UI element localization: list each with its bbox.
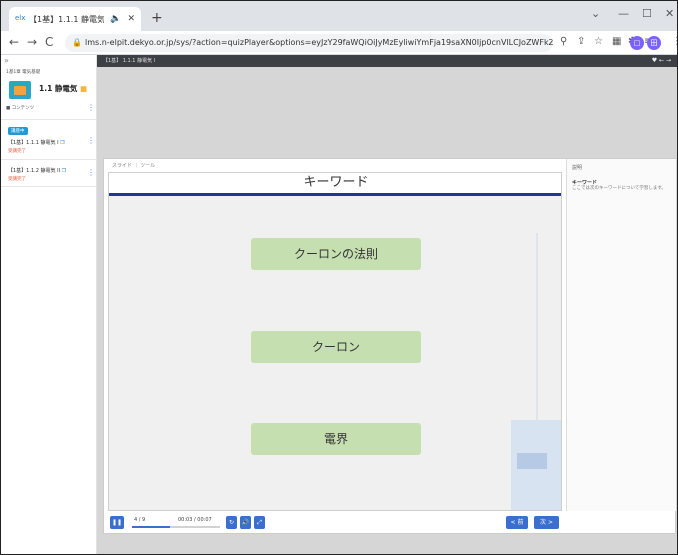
- pause-button[interactable]: ❚❚: [110, 516, 124, 529]
- prev-button[interactable]: < 前: [506, 516, 528, 529]
- close-window-icon[interactable]: ✕: [665, 7, 674, 20]
- copy-icon: ❐: [61, 168, 67, 174]
- unit-title-text: 1.1 静電気: [39, 84, 78, 93]
- mute-icon[interactable]: 🔈: [110, 14, 121, 24]
- progress-bar[interactable]: [132, 526, 220, 528]
- progress-fill: [132, 526, 170, 528]
- copy-icon: ❐: [60, 140, 65, 146]
- close-tab-icon[interactable]: ✕: [127, 14, 135, 24]
- tab-title: 【1基】1.1.1 静電気 I: [29, 14, 105, 24]
- browser-toolbar: ← → C 🔒 lms.n-elpit.dekyo.or.jp/sys/?act…: [1, 31, 677, 55]
- contents-label: ■ コンテンツ: [6, 106, 35, 111]
- player-header-title: 【1基】 1.1.1 静電気 I: [103, 58, 156, 64]
- divider: [1, 159, 97, 160]
- divider: [1, 186, 97, 187]
- collapse-icon[interactable]: »: [4, 56, 9, 65]
- lesson-menu-icon[interactable]: ⋮: [87, 168, 95, 177]
- keyword-box-electric-field: 電界: [251, 423, 421, 455]
- course-sidebar: » 1基1章 電気基礎 1.1 静電気 ■ ■ コンテンツ ⋮ 講座中 【1基】…: [1, 55, 97, 554]
- time-display: 00:03 / 00:07: [178, 517, 212, 523]
- lesson-menu-icon[interactable]: ⋮: [87, 136, 95, 145]
- share-icon[interactable]: ⇪: [577, 36, 585, 47]
- quiz-player: スライド ｜ ツール キーワード クーロンの法則 クーロン 電界 説明 キーワー…: [103, 158, 676, 534]
- player-controls: ❚❚ 4 / 9 00:03 / 00:07 ↻ 🔊 ⤢ < 前 次 >: [108, 515, 673, 531]
- keyword-box-coulomb-law: クーロンの法則: [251, 238, 421, 270]
- notes-keyword: キーワード: [572, 180, 598, 186]
- minimize-icon[interactable]: —: [618, 7, 629, 20]
- tab-strip: elx 【1基】1.1.1 静電気 I 🔈 ✕ + ⌄ — ☐ ✕: [1, 1, 677, 31]
- maximize-icon[interactable]: ☐: [642, 7, 652, 20]
- notes-panel: 説明 キーワード ここでは次のキーワードについて学習します。: [566, 159, 676, 511]
- slide-meta[interactable]: スライド ｜ ツール: [112, 162, 155, 169]
- course-name: 1基1章 電気基礎: [6, 70, 41, 75]
- browser-window: elx 【1基】1.1.1 静電気 I 🔈 ✕ + ⌄ — ☐ ✕ ← → C …: [0, 0, 678, 555]
- folder-small-icon: ■: [80, 84, 88, 93]
- reload-icon[interactable]: C: [45, 35, 53, 49]
- slide: キーワード クーロンの法則 クーロン 電界: [108, 172, 562, 511]
- folder-icon: [9, 81, 31, 99]
- fullscreen-button[interactable]: ⤢: [254, 516, 265, 529]
- lesson-title: 【1基】1.1.2 静電気 II: [8, 168, 61, 174]
- slide-counter: 4 / 9: [134, 517, 146, 523]
- menu-icon[interactable]: ⋮: [672, 36, 677, 47]
- zoom-icon[interactable]: ⚲: [560, 36, 567, 47]
- address-bar[interactable]: 🔒 lms.n-elpit.dekyo.or.jp/sys/?action=qu…: [65, 34, 553, 52]
- tab-search-icon[interactable]: ⌄: [591, 7, 600, 20]
- player-header-icons[interactable]: ♥ ← →: [652, 55, 671, 67]
- lesson-status: 受講完了: [8, 149, 26, 154]
- title-rule: [109, 193, 561, 196]
- lesson-item-1[interactable]: 【1基】1.1.1 静電気 I ❐: [8, 139, 65, 146]
- lesson-item-2[interactable]: 【1基】1.1.2 静電気 II ❐: [8, 167, 66, 174]
- player-header: 【1基】 1.1.1 静電気 I ♥ ← →: [97, 55, 677, 67]
- forward-icon[interactable]: →: [27, 35, 37, 49]
- back-icon[interactable]: ←: [9, 35, 19, 49]
- sidepanel-icon[interactable]: □: [630, 36, 644, 50]
- profile-avatar[interactable]: 田: [647, 36, 661, 50]
- browser-tab[interactable]: elx 【1基】1.1.1 静電気 I 🔈 ✕: [9, 7, 141, 31]
- extension-icon[interactable]: ▦: [612, 36, 621, 47]
- keyword-box-coulomb: クーロン: [251, 331, 421, 363]
- notes-header: 説明: [572, 165, 583, 171]
- favicon-icon: elx: [15, 14, 26, 22]
- lesson-title: 【1基】1.1.1 静電気 I: [8, 140, 59, 146]
- slide-title: キーワード: [109, 173, 561, 193]
- volume-button[interactable]: 🔊: [240, 516, 251, 529]
- new-tab-icon[interactable]: +: [151, 10, 163, 26]
- contents-menu-icon[interactable]: ⋮: [87, 103, 95, 112]
- divider: [1, 119, 97, 120]
- lesson-status: 受講完了: [8, 177, 26, 182]
- replay-button[interactable]: ↻: [226, 516, 237, 529]
- next-button[interactable]: 次 >: [534, 516, 559, 529]
- notes-text: ここでは次のキーワードについて学習します。: [572, 186, 666, 191]
- decoration: [517, 453, 547, 469]
- bookmark-star-icon[interactable]: ☆: [594, 36, 603, 47]
- url-text: lms.n-elpit.dekyo.or.jp/sys/?action=quiz…: [85, 38, 553, 47]
- unit-title[interactable]: 1.1 静電気 ■: [39, 83, 87, 94]
- status-badge: 講座中: [8, 127, 28, 135]
- lock-icon: 🔒: [72, 38, 82, 47]
